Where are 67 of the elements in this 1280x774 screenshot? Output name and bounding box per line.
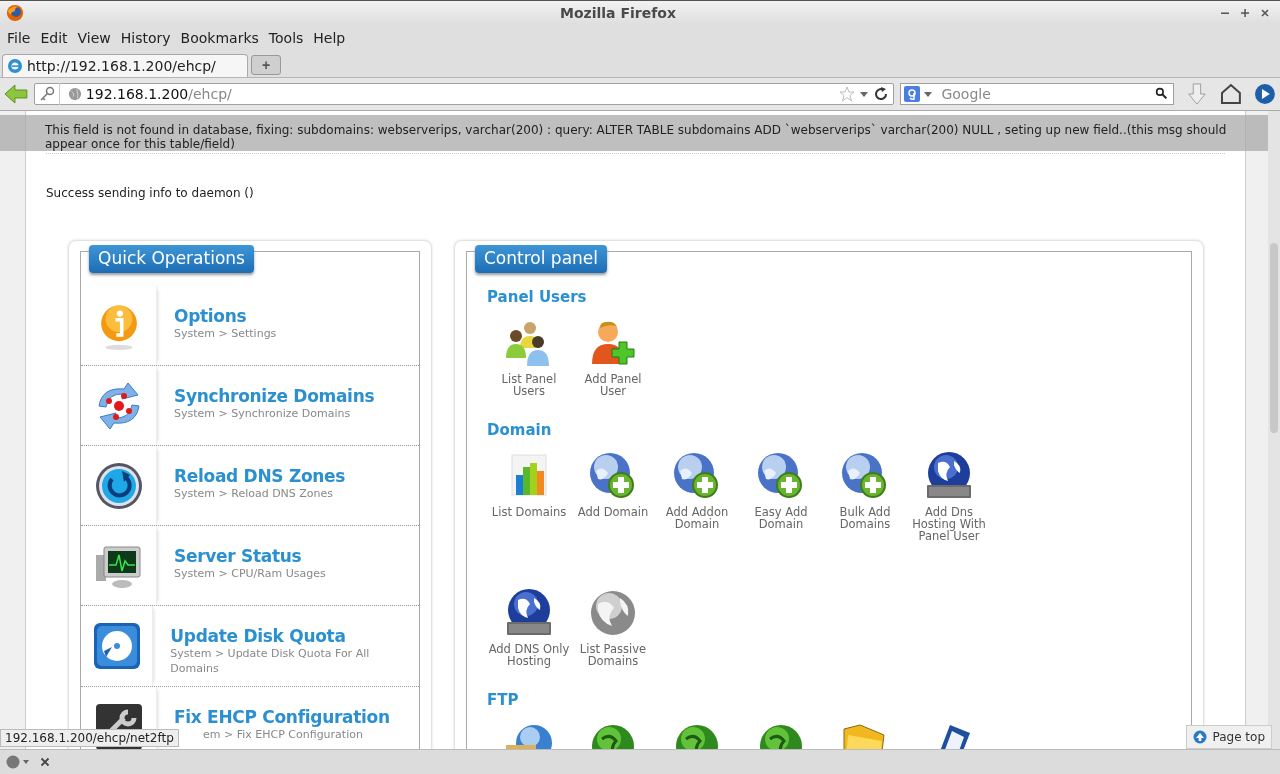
close-icon[interactable] xyxy=(40,757,50,767)
section-heading: Panel Users xyxy=(487,288,588,306)
status-link-url: 192.168.1.200/ehcp/net2ftp xyxy=(0,729,179,747)
dropdown-icon[interactable] xyxy=(923,89,934,99)
home-icon[interactable] xyxy=(1220,83,1243,105)
search-field[interactable]: Google xyxy=(900,83,1175,105)
panel-title: Quick Operations xyxy=(89,245,254,273)
control-panel-link[interactable]: Add DNS Only Hosting xyxy=(487,643,571,667)
control-panel-link[interactable]: List Passive Domains xyxy=(571,643,655,667)
scrollbar[interactable] xyxy=(1268,111,1280,749)
address-field[interactable]: 192.168.1.200/ehcp/ xyxy=(33,83,895,105)
back-arrow-icon[interactable] xyxy=(4,84,28,104)
globe-dns-icon[interactable] xyxy=(924,451,974,501)
menu-item[interactable]: View xyxy=(72,28,116,48)
key-icon[interactable] xyxy=(38,86,55,102)
search-icon[interactable] xyxy=(1155,87,1169,100)
breadcrumb-text: em > Fix EHCP Configuration xyxy=(202,727,364,742)
window-title: Mozilla Firefox xyxy=(560,5,676,21)
menu-item[interactable]: Bookmarks xyxy=(175,28,264,48)
globe-dns-icon[interactable] xyxy=(504,588,554,638)
menu-item[interactable]: Tools xyxy=(263,28,309,48)
breadcrumb-text: System > Update Disk Quota For All Domains xyxy=(170,646,371,676)
close-icon[interactable] xyxy=(1260,8,1270,18)
control-panel-link[interactable]: Add Panel User xyxy=(571,373,655,397)
breadcrumb-text: System > Synchronize Domains xyxy=(174,406,352,421)
dropdown-icon[interactable] xyxy=(859,89,870,99)
play-icon[interactable] xyxy=(1254,83,1276,105)
arrow-up-icon xyxy=(1193,730,1208,744)
bookmark-star-icon[interactable] xyxy=(839,86,856,102)
quick-operation-link[interactable]: Reload DNS Zones xyxy=(174,466,346,486)
globe-icon[interactable] xyxy=(588,588,638,638)
control-panel-link[interactable]: List Domains xyxy=(491,506,567,518)
quick-operation-link[interactable]: Synchronize Domains xyxy=(174,386,375,406)
adblock-icon[interactable] xyxy=(6,755,30,769)
firefox-logo-icon xyxy=(6,4,24,22)
breadcrumb-text: System > CPU/Ram Usages xyxy=(174,566,326,581)
menu-item[interactable]: Help xyxy=(308,28,351,48)
menu-item[interactable]: File xyxy=(2,28,36,48)
menu-item[interactable]: History xyxy=(115,28,176,48)
breadcrumb-text: System > Reload DNS Zones xyxy=(174,486,335,501)
section-heading: FTP xyxy=(487,691,520,709)
browser-tab[interactable]: http://192.168.1.200/ehcp/ xyxy=(2,54,248,77)
control-panel-link[interactable]: Add Dns Hosting With Panel User xyxy=(907,506,991,542)
control-panel-link[interactable]: List Panel Users xyxy=(487,373,571,397)
menu-item[interactable]: Edit xyxy=(35,28,73,48)
quick-operation-link[interactable]: Options xyxy=(174,306,277,326)
quick-operation-link[interactable]: Server Status xyxy=(174,546,326,566)
search-engine-icon[interactable] xyxy=(904,86,921,102)
favicon-icon xyxy=(7,58,23,74)
control-panel-link[interactable]: Add Domain xyxy=(577,506,649,518)
reload-icon[interactable] xyxy=(93,460,144,511)
notice-message: This field is not found in database, fixing: subdomains: webserverips, varchar(200) : query: ALTER TABLE subdomains ADD `webserverips` varchar(200) NULL , seting up new field..(this msg should appear once for this table/field) xyxy=(0,115,1268,151)
reload-icon[interactable] xyxy=(873,86,890,102)
section-heading: Domain xyxy=(487,421,553,439)
page-top-button[interactable]: Page top xyxy=(1186,725,1272,749)
maximize-icon[interactable] xyxy=(1240,8,1250,18)
success-message: Success sending info to daemon () xyxy=(46,186,255,200)
control-panel-link[interactable]: Add Addon Domain xyxy=(655,506,739,530)
scrollbar-thumb[interactable] xyxy=(1270,243,1278,433)
breadcrumb-text: System > Settings xyxy=(174,326,277,341)
quick-operation-link[interactable]: Update Disk Quota xyxy=(170,626,409,646)
quick-operation-link[interactable]: Fix EHCP Configuration xyxy=(174,707,390,727)
new-tab-button[interactable]: + xyxy=(251,55,281,75)
panel-title: Control panel xyxy=(475,245,608,273)
control-panel-link[interactable]: Bulk Add Domains xyxy=(823,506,907,530)
globe-icon xyxy=(67,87,82,101)
control-panel-link[interactable]: Easy Add Domain xyxy=(739,506,823,530)
